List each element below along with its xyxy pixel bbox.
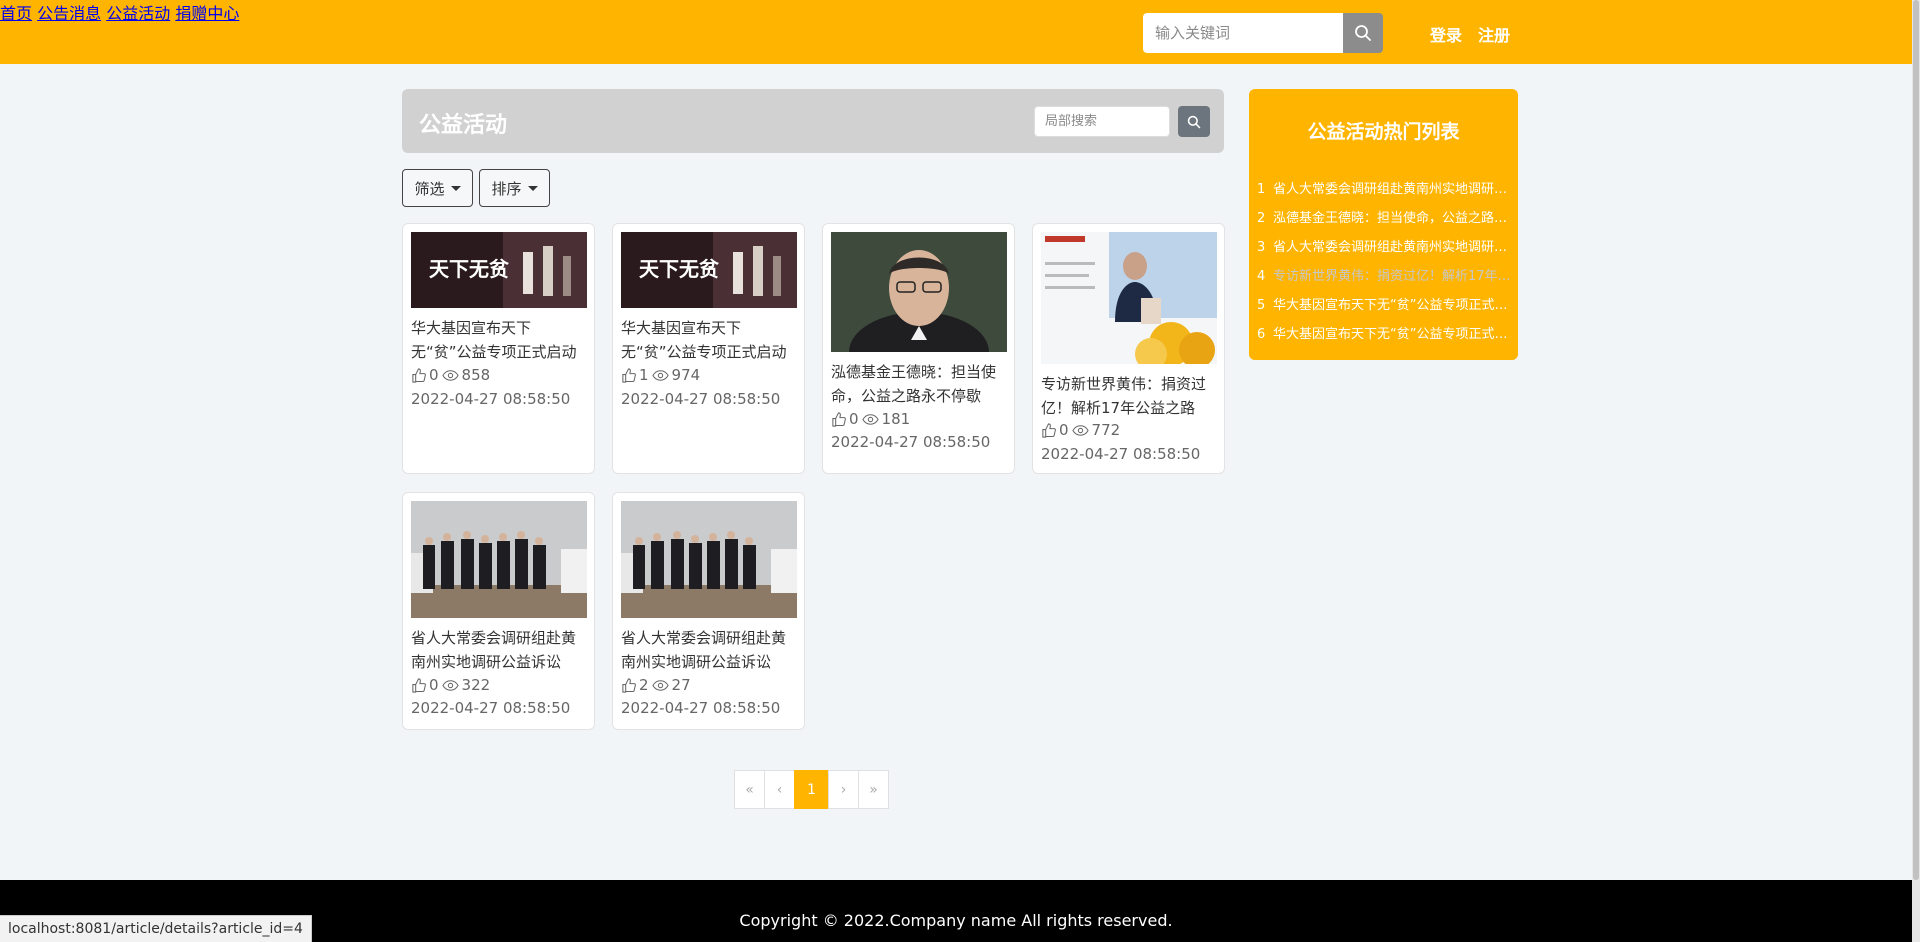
section-header: 公益活动 [402, 89, 1224, 153]
sort-dropdown-button[interactable]: 排序 [479, 169, 550, 207]
pagination: « ‹ 1 › » [734, 770, 889, 809]
page-title: 公益活动 [419, 113, 508, 138]
global-search-input[interactable] [1143, 13, 1343, 53]
filter-dropdown-button[interactable]: 筛选 [402, 169, 473, 207]
thumbs-up-icon [832, 411, 846, 427]
page-prev-button[interactable]: ‹ [764, 770, 795, 809]
card-stats: 0 181 [831, 410, 910, 428]
view-count: 27 [671, 676, 691, 694]
card-image[interactable]: 天下无贫 [621, 232, 797, 308]
login-link[interactable]: 登录 [1430, 22, 1462, 46]
eye-icon [651, 679, 669, 691]
nav-donation-center[interactable]: 捐赠中心 [175, 4, 239, 23]
like-count: 0 [1059, 421, 1069, 439]
card-stats: 0 322 [411, 676, 490, 694]
page-current-button[interactable]: 1 [794, 770, 829, 809]
card-date: 2022-04-27 08:58:50 [831, 433, 991, 451]
card-image[interactable] [621, 501, 797, 618]
register-link[interactable]: 注册 [1478, 22, 1510, 46]
hot-list-item[interactable]: 1省人大常委会调研组赴黄南州实地调研公益诉讼 [1257, 175, 1511, 204]
nav-home[interactable]: 首页 [0, 4, 32, 23]
nav-charity-activities[interactable]: 公益活动 [106, 4, 170, 23]
card-image[interactable] [1041, 232, 1217, 364]
hot-list-panel: 公益活动热门列表 1省人大常委会调研组赴黄南州实地调研公益诉讼 2泓德基金王德晓… [1249, 89, 1518, 360]
global-search [1143, 13, 1383, 53]
card-stats: 0 772 [1041, 421, 1120, 439]
card-date: 2022-04-27 08:58:50 [411, 699, 571, 717]
top-navbar: 首页 公告消息 公益活动 捐赠中心 登录 注册 [0, 0, 1912, 64]
eye-icon [441, 679, 459, 691]
filter-label: 筛选 [414, 179, 445, 198]
scrollbar-thumb[interactable] [1913, 0, 1919, 880]
view-count: 322 [461, 676, 491, 694]
view-count: 858 [461, 366, 491, 384]
thumbs-up-icon [622, 677, 636, 693]
card-title[interactable]: 省人大常委会调研组赴黄南州实地调研公益诉讼 [411, 626, 587, 674]
card-title[interactable]: 华大基因宣布天下无“贫”公益专项正式启动 [621, 316, 797, 364]
thumbs-up-icon [412, 367, 426, 383]
thumbs-up-icon [1042, 422, 1056, 438]
card-stats: 0 858 [411, 366, 490, 384]
like-count: 0 [849, 410, 859, 428]
activity-card[interactable]: 天下无贫 华大基因宣布天下无“贫”公益专项正式启动 0 858 2022-04-… [402, 223, 595, 474]
card-date: 2022-04-27 08:58:50 [621, 390, 781, 408]
card-date: 2022-04-27 08:58:50 [621, 699, 781, 717]
like-count: 1 [639, 366, 649, 384]
global-search-button[interactable] [1343, 13, 1383, 53]
page-first-button[interactable]: « [734, 770, 765, 809]
hot-list-item-hovered[interactable]: 4专访新世界黄伟：捐资过亿！解析17年公益之路 [1257, 262, 1511, 291]
card-title[interactable]: 泓德基金王德晓：担当使命，公益之路永不停歇 [831, 360, 1007, 408]
activity-card[interactable]: 天下无贫 华大基因宣布天下无“贫”公益专项正式启动 1 974 2022-04-… [612, 223, 805, 474]
caret-down-icon [527, 185, 538, 191]
local-search-button[interactable] [1178, 106, 1210, 137]
eye-icon [1071, 424, 1089, 436]
hot-list-item[interactable]: 6 华大基因宣布天下无“贫”公益专项正式启动 [1257, 320, 1511, 349]
activity-card[interactable]: 省人大常委会调研组赴黄南州实地调研公益诉讼 2 27 2022-04-27 08… [612, 492, 805, 730]
svg-text:天下无贫: 天下无贫 [639, 257, 720, 281]
svg-text:天下无贫: 天下无贫 [429, 257, 510, 281]
eye-icon [651, 369, 669, 381]
hot-list-item[interactable]: 5 华大基因宣布天下无“贫”公益专项正式启动 [1257, 291, 1511, 320]
caret-down-icon [450, 185, 461, 191]
card-date: 2022-04-27 08:58:50 [411, 390, 571, 408]
card-stats: 1 974 [621, 366, 700, 384]
local-search-input[interactable] [1034, 106, 1170, 137]
card-stats: 2 27 [621, 676, 691, 694]
sort-label: 排序 [491, 179, 522, 198]
card-image[interactable] [831, 232, 1007, 352]
local-search [1034, 106, 1210, 137]
hot-list-title: 公益活动热门列表 [1307, 121, 1460, 143]
thumbs-up-icon [412, 677, 426, 693]
view-count: 974 [671, 366, 701, 384]
like-count: 0 [429, 366, 439, 384]
card-title[interactable]: 省人大常委会调研组赴黄南州实地调研公益诉讼 [621, 626, 797, 674]
eye-icon [441, 369, 459, 381]
hot-list-item[interactable]: 2泓德基金王德晓：担当使命，公益之路永不停歇 [1257, 204, 1511, 233]
activity-card[interactable]: 省人大常委会调研组赴黄南州实地调研公益诉讼 0 322 2022-04-27 0… [402, 492, 595, 730]
like-count: 2 [639, 676, 649, 694]
page-last-button[interactable]: » [858, 770, 889, 809]
nav-announcements[interactable]: 公告消息 [37, 4, 101, 23]
card-image[interactable]: 天下无贫 [411, 232, 587, 308]
card-date: 2022-04-27 08:58:50 [1041, 445, 1201, 463]
hot-list-item[interactable]: 3省人大常委会调研组赴黄南州实地调研公益诉讼 [1257, 233, 1511, 262]
view-count: 181 [881, 410, 911, 428]
browser-status-url: localhost:8081/article/details?article_i… [0, 915, 312, 942]
search-icon [1355, 25, 1371, 41]
search-icon [1187, 115, 1201, 128]
activity-card[interactable]: 专访新世界黄伟：捐资过亿！解析17年公益之路 0 772 2022-04-27 … [1032, 223, 1225, 474]
page-next-button[interactable]: › [828, 770, 859, 809]
hot-list: 1省人大常委会调研组赴黄南州实地调研公益诉讼 2泓德基金王德晓：担当使命，公益之… [1257, 175, 1511, 349]
view-count: 772 [1091, 421, 1121, 439]
card-title[interactable]: 专访新世界黄伟：捐资过亿！解析17年公益之路 [1041, 372, 1217, 420]
card-image[interactable] [411, 501, 587, 618]
eye-icon [861, 413, 879, 425]
like-count: 0 [429, 676, 439, 694]
page-scrollbar[interactable] [1912, 0, 1920, 942]
card-title[interactable]: 华大基因宣布天下无“贫”公益专项正式启动 [411, 316, 587, 364]
activity-card[interactable]: 泓德基金王德晓：担当使命，公益之路永不停歇 0 181 2022-04-27 0… [822, 223, 1015, 474]
thumbs-up-icon [622, 367, 636, 383]
